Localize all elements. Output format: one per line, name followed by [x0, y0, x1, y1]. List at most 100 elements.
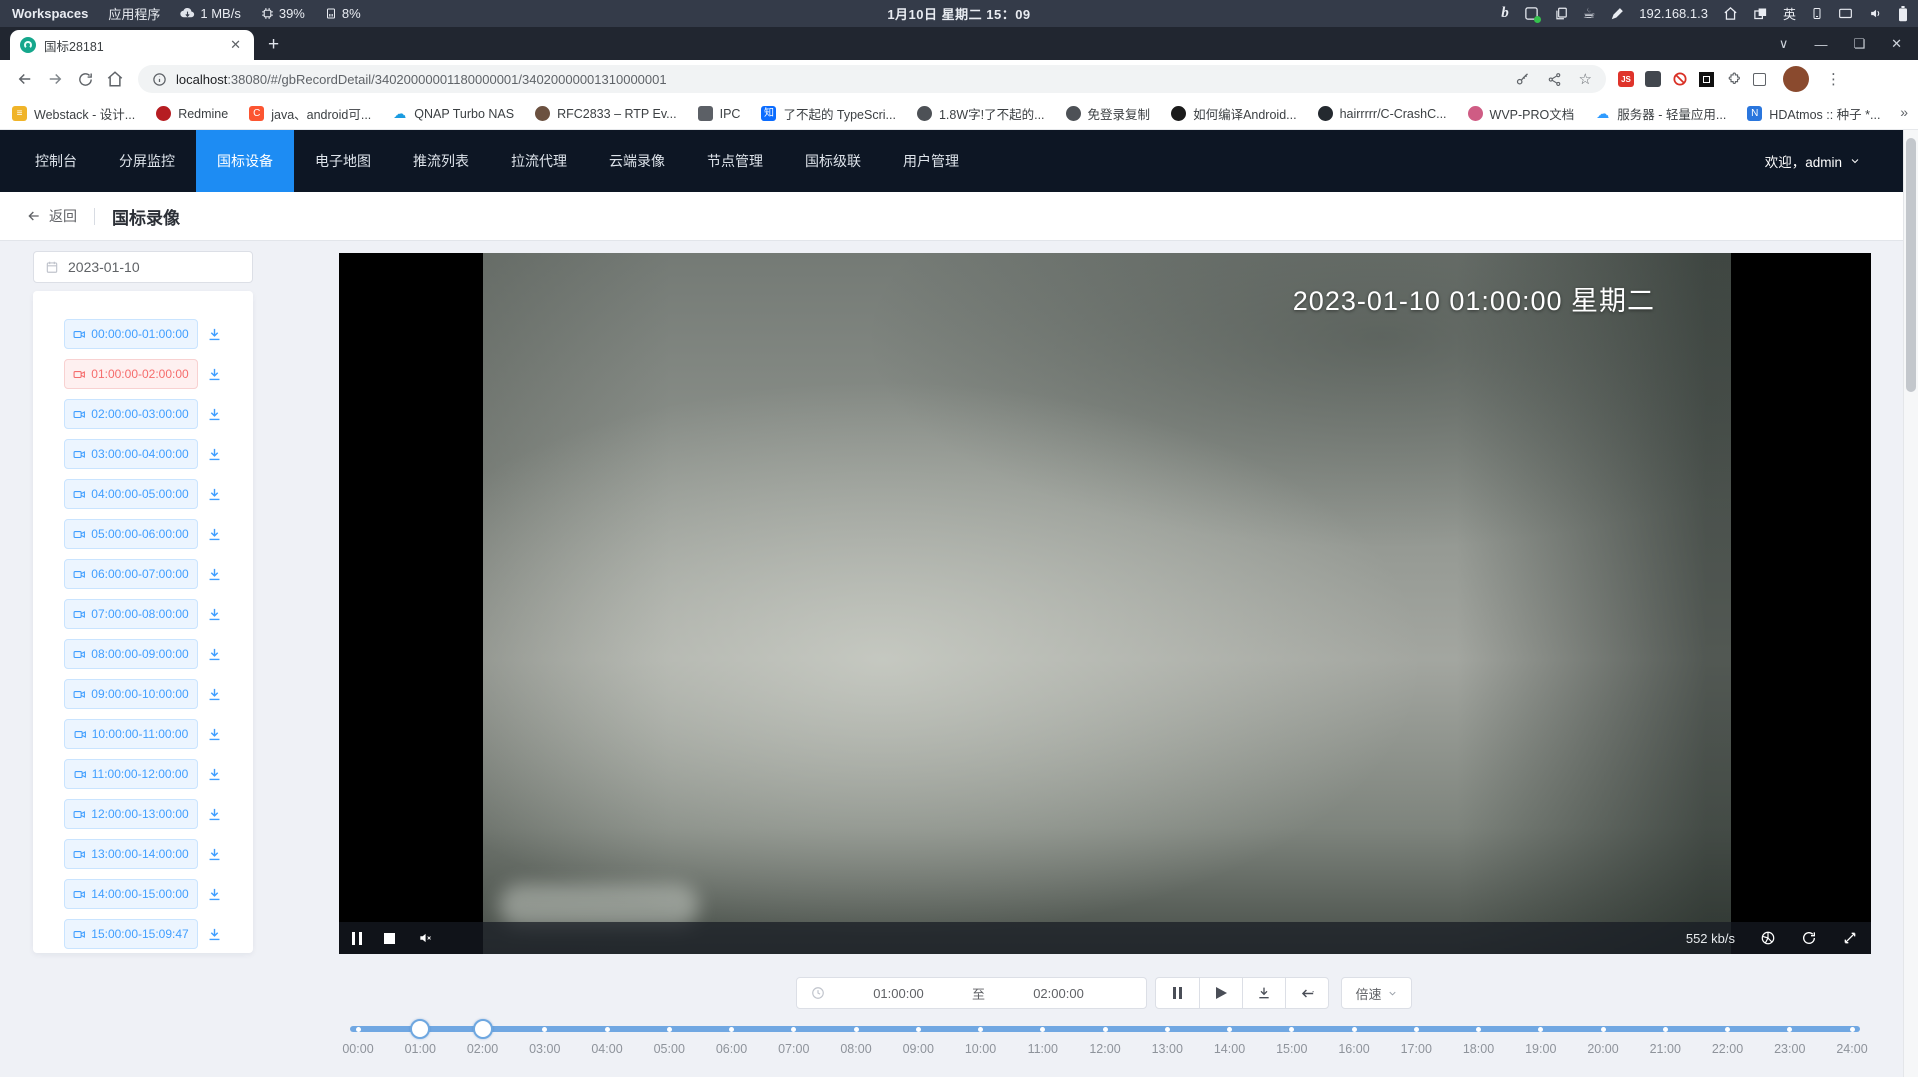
record-item[interactable]: 06:00:00-07:00:00 — [64, 559, 198, 589]
phone-tray-icon[interactable] — [1811, 6, 1823, 21]
puzzle-extensions-icon[interactable] — [1725, 71, 1742, 88]
record-item[interactable]: 02:00:00-03:00:00 — [64, 399, 198, 429]
address-bar[interactable]: localhost:38080/#/gbRecordDetail/3402000… — [138, 65, 1606, 93]
bookmark-item[interactable]: 免登录复制 — [1066, 104, 1151, 123]
browser-profile-avatar[interactable] — [1783, 66, 1809, 92]
player-mute-icon[interactable] — [417, 931, 433, 945]
nav-tab-1[interactable]: 控制台 — [14, 130, 98, 192]
browser-tab[interactable]: 国标28181 ✕ — [10, 30, 254, 60]
nav-tab-4[interactable]: 电子地图 — [294, 130, 392, 192]
user-menu[interactable]: 欢迎，admin — [1765, 130, 1903, 192]
bookmark-item[interactable]: 1.8W字!了不起的... — [917, 104, 1045, 123]
js-extension-icon[interactable]: JS — [1618, 71, 1634, 87]
volume-tray-icon[interactable] — [1868, 7, 1883, 20]
bookmarks-overflow-icon[interactable]: » — [1892, 104, 1908, 120]
stream-refresh-icon[interactable] — [1801, 930, 1817, 946]
play-button[interactable] — [1199, 978, 1242, 1008]
record-item[interactable]: 03:00:00-04:00:00 — [64, 439, 198, 469]
record-item[interactable]: 10:00:00-11:00:00 — [64, 719, 198, 749]
workspaces-button[interactable]: Workspaces — [12, 6, 88, 21]
nav-tab-2[interactable]: 分屏监控 — [98, 130, 196, 192]
page-scrollbar[interactable] — [1903, 130, 1918, 1077]
bing-tray-icon[interactable]: b — [1501, 5, 1509, 22]
reload-icon[interactable] — [70, 71, 100, 88]
fullscreen-icon[interactable] — [1842, 930, 1858, 946]
back-nav-icon[interactable] — [10, 70, 40, 88]
timeline-handle[interactable] — [473, 1019, 493, 1039]
bookmark-item[interactable]: Cjava、android可... — [249, 104, 371, 123]
bookmark-item[interactable]: IPC — [698, 106, 741, 121]
download-icon-button[interactable] — [206, 366, 223, 383]
download-icon-button[interactable] — [206, 446, 223, 463]
player-stop-icon[interactable] — [384, 933, 395, 944]
record-item[interactable]: 00:00:00-01:00:00 — [64, 319, 198, 349]
bookmark-item[interactable]: hairrrrr/C-CrashC... — [1318, 106, 1447, 121]
playback-speed-dropdown[interactable]: 倍速 — [1341, 977, 1412, 1009]
nav-tab-7[interactable]: 云端录像 — [588, 130, 686, 192]
memory-usage-indicator[interactable]: 8% — [325, 6, 361, 21]
back-button[interactable]: 返回 — [26, 206, 77, 226]
applications-menu[interactable]: 应用程序 — [108, 4, 160, 23]
range-end-input[interactable]: 02:00:00 — [985, 986, 1132, 1001]
download-record-button[interactable] — [1242, 978, 1285, 1008]
browser-home-icon[interactable] — [100, 70, 130, 88]
share-icon[interactable] — [1547, 72, 1562, 87]
download-icon-button[interactable] — [206, 726, 223, 743]
dark-extension-icon[interactable] — [1645, 71, 1661, 87]
record-item[interactable]: 15:00:00-15:09:47 — [64, 919, 198, 949]
record-item[interactable]: 04:00:00-05:00:00 — [64, 479, 198, 509]
record-item[interactable]: 14:00:00-15:00:00 — [64, 879, 198, 909]
display-tray-icon[interactable] — [1838, 7, 1853, 21]
bookmark-item[interactable]: ≡Webstack - 设计... — [12, 104, 135, 123]
download-icon-button[interactable] — [206, 406, 223, 423]
battery-tray-icon[interactable] — [1898, 6, 1908, 22]
download-icon-button[interactable] — [206, 526, 223, 543]
frame-extension-icon[interactable] — [1699, 72, 1714, 87]
input-method-indicator[interactable]: 英 — [1783, 4, 1796, 23]
window-restore-button[interactable]: ❏ — [1853, 36, 1865, 52]
date-picker-input[interactable]: 2023-01-10 — [33, 251, 253, 283]
tab-search-icon[interactable]: ∨ — [1779, 36, 1789, 52]
download-icon-button[interactable] — [206, 606, 223, 623]
record-item[interactable]: 13:00:00-14:00:00 — [64, 839, 198, 869]
clipboard-tray-icon[interactable] — [1554, 6, 1568, 21]
download-icon-button[interactable] — [206, 846, 223, 863]
record-item[interactable]: 01:00:00-02:00:00 — [64, 359, 198, 389]
nav-tab-8[interactable]: 节点管理 — [686, 130, 784, 192]
workspaces-switcher-icon[interactable] — [1753, 6, 1768, 21]
screenshot-tray-icon[interactable] — [1524, 6, 1539, 21]
clock[interactable]: 1月10日 星期二 15：09 — [887, 4, 1030, 23]
download-icon-button[interactable] — [206, 926, 223, 943]
bookmark-item[interactable]: ☁QNAP Turbo NAS — [392, 106, 514, 121]
video-player[interactable]: 2023-01-10 01:00:00 星期二 552 kb/s — [339, 253, 1871, 954]
seek-back-button[interactable] — [1285, 978, 1328, 1008]
record-item[interactable]: 07:00:00-08:00:00 — [64, 599, 198, 629]
blocker-extension-icon[interactable] — [1672, 71, 1688, 87]
player-pause-icon[interactable] — [352, 932, 362, 945]
timeline-handle[interactable] — [410, 1019, 430, 1039]
bookmark-item[interactable]: RFC2833 – RTP Ev... — [535, 106, 677, 121]
sidebar-extension-icon[interactable] — [1753, 73, 1766, 86]
browser-menu-icon[interactable]: ⋮ — [1826, 70, 1841, 88]
snapshot-shutter-icon[interactable] — [1760, 930, 1776, 946]
range-start-input[interactable]: 01:00:00 — [825, 986, 972, 1001]
bookmark-star-icon[interactable]: ☆ — [1579, 70, 1592, 88]
ip-address[interactable]: 192.168.1.3 — [1639, 6, 1708, 21]
record-item[interactable]: 12:00:00-13:00:00 — [64, 799, 198, 829]
bookmark-item[interactable]: Redmine — [156, 106, 228, 121]
nav-tab-6[interactable]: 拉流代理 — [490, 130, 588, 192]
bookmark-item[interactable]: NHDAtmos :: 种子 *... — [1747, 104, 1880, 123]
home-tray-icon[interactable] — [1723, 6, 1738, 21]
record-item[interactable]: 11:00:00-12:00:00 — [64, 759, 198, 789]
bookmark-item[interactable]: ☁服务器 - 轻量应用... — [1595, 104, 1726, 123]
cpu-usage-indicator[interactable]: 39% — [261, 6, 305, 21]
bookmark-item[interactable]: WVP-PRO文档 — [1468, 104, 1575, 123]
coffee-tray-icon[interactable]: ☕ — [1583, 5, 1596, 22]
record-item[interactable]: 09:00:00-10:00:00 — [64, 679, 198, 709]
time-range-picker[interactable]: 01:00:00 至 02:00:00 — [796, 977, 1147, 1009]
bookmark-item[interactable]: 知了不起的 TypeScri... — [761, 104, 896, 123]
download-icon-button[interactable] — [206, 326, 223, 343]
record-item[interactable]: 05:00:00-06:00:00 — [64, 519, 198, 549]
download-icon-button[interactable] — [206, 886, 223, 903]
download-icon-button[interactable] — [206, 766, 223, 783]
